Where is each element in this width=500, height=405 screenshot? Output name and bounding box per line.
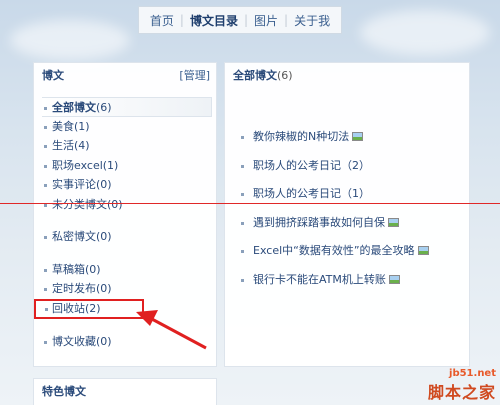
- manage-link[interactable]: [管理]: [179, 67, 210, 83]
- category-item-commentary[interactable]: 实事评论(0): [42, 175, 212, 195]
- article-panel-header: 全部博文 (6): [225, 63, 469, 87]
- nav-about-me[interactable]: 关于我: [288, 12, 336, 29]
- nav-home[interactable]: 首页: [144, 12, 180, 29]
- image-icon: [352, 132, 364, 141]
- watermark: jb51.net 脚本之家: [428, 368, 496, 403]
- article-item[interactable]: 银行卡不能在ATM机上转账: [239, 266, 464, 295]
- image-icon: [388, 274, 400, 284]
- nav-blog-directory[interactable]: 博文目录: [184, 12, 244, 29]
- article-panel-title: 全部博文: [233, 69, 277, 82]
- article-item[interactable]: 教你辣椒的N种切法: [239, 123, 464, 152]
- category-item-excel[interactable]: 职场excel(1): [42, 156, 212, 176]
- category-panel-header: 博文 [管理]: [34, 63, 216, 87]
- category-item-life[interactable]: 生活(4): [42, 136, 212, 156]
- article-count: (6): [277, 68, 293, 82]
- article-item[interactable]: 遇到拥挤踩踏事故如何自保: [239, 209, 464, 238]
- category-panel-title: 博文: [42, 69, 64, 82]
- watermark-text: 脚本之家: [427, 383, 496, 402]
- article-item[interactable]: 职场人的公考日记（1）: [239, 180, 464, 209]
- article-item[interactable]: 职场人的公考日记（2）: [239, 152, 464, 181]
- article-list: 教你辣椒的N种切法 职场人的公考日记（2） 职场人的公考日记（1） 遇到拥挤踩踏…: [239, 123, 464, 294]
- annotation-line: [0, 203, 500, 204]
- category-item-all[interactable]: 全部博文(6): [42, 97, 212, 117]
- article-panel: 全部博文 (6) 教你辣椒的N种切法 职场人的公考日记（2） 职场人的公考日记（…: [224, 62, 470, 367]
- nav-pictures[interactable]: 图片: [248, 12, 284, 29]
- category-item-scheduled[interactable]: 定时发布(0): [42, 279, 212, 299]
- cloud-decoration: [360, 10, 490, 55]
- watermark-url: jb51.net: [449, 368, 496, 379]
- category-item-private[interactable]: 私密博文(0): [42, 227, 212, 247]
- category-item-food[interactable]: 美食(1): [42, 117, 212, 137]
- feature-panel: 特色博文: [33, 378, 217, 405]
- image-icon: [388, 217, 399, 227]
- image-icon: [417, 246, 429, 255]
- feature-panel-title: 特色博文: [42, 385, 86, 398]
- top-navigation: 首页 | 博文目录 | 图片 | 关于我: [138, 6, 342, 34]
- category-item-drafts[interactable]: 草稿箱(0): [42, 260, 212, 280]
- annotation-arrow: [136, 310, 207, 350]
- article-item[interactable]: Excel中“数据有效性”的最全攻略: [239, 237, 464, 266]
- category-item-uncategorized[interactable]: 未分类博文(0): [42, 195, 212, 215]
- cloud-decoration: [10, 20, 130, 60]
- feature-panel-header: 特色博文: [34, 379, 216, 403]
